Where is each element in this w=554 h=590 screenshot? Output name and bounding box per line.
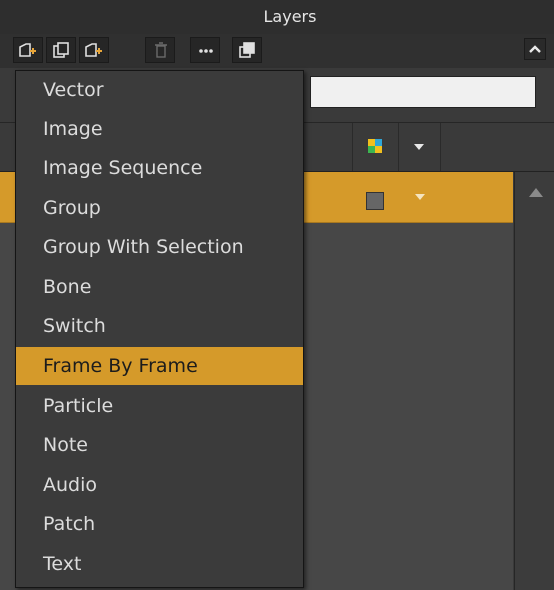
dropdown-arrow-icon[interactable] bbox=[414, 144, 424, 150]
menu-item-particle[interactable]: Particle bbox=[16, 387, 303, 425]
column-separator bbox=[352, 123, 353, 171]
menu-item-text[interactable]: Text bbox=[16, 545, 303, 583]
layer-color-box[interactable] bbox=[366, 192, 384, 210]
new-group-icon bbox=[85, 43, 102, 57]
new-layer-menu: Vector Image Image Sequence Group Group … bbox=[15, 70, 304, 588]
more-options-icon bbox=[199, 49, 213, 53]
menu-item-vector[interactable]: Vector bbox=[16, 71, 303, 109]
delete-layer-button[interactable] bbox=[145, 37, 175, 63]
scrollbar[interactable] bbox=[514, 172, 554, 590]
menu-item-switch[interactable]: Switch bbox=[16, 307, 303, 345]
scroll-up-arrow-icon[interactable] bbox=[529, 188, 543, 197]
menu-item-group[interactable]: Group bbox=[16, 189, 303, 227]
new-layer-button[interactable] bbox=[13, 37, 43, 63]
duplicate-layer-button[interactable] bbox=[46, 37, 76, 63]
menu-item-bone[interactable]: Bone bbox=[16, 268, 303, 306]
menu-item-audio[interactable]: Audio bbox=[16, 466, 303, 504]
menu-item-patch[interactable]: Patch bbox=[16, 505, 303, 543]
layer-dropdown-arrow-icon[interactable] bbox=[415, 194, 425, 200]
panel-title: Layers bbox=[263, 7, 317, 26]
menu-item-image[interactable]: Image bbox=[16, 110, 303, 148]
new-group-button[interactable] bbox=[79, 37, 109, 63]
menu-item-frame-by-frame[interactable]: Frame By Frame bbox=[16, 347, 303, 385]
copy-layer-button[interactable] bbox=[232, 37, 262, 63]
copy-layer-icon bbox=[239, 42, 255, 58]
layer-name-input[interactable] bbox=[310, 76, 536, 108]
menu-item-image-sequence[interactable]: Image Sequence bbox=[16, 149, 303, 187]
more-options-button[interactable] bbox=[190, 37, 220, 63]
new-layer-icon bbox=[19, 43, 36, 57]
duplicate-layer-icon bbox=[53, 42, 69, 58]
panel-titlebar: Layers bbox=[0, 0, 554, 35]
menu-item-group-with-selection[interactable]: Group With Selection bbox=[16, 228, 303, 266]
layers-toolbar bbox=[0, 34, 554, 69]
menu-item-note[interactable]: Note bbox=[16, 426, 303, 464]
collapse-panel-button[interactable] bbox=[524, 38, 546, 60]
chevron-up-icon bbox=[529, 45, 541, 53]
column-separator bbox=[440, 123, 441, 171]
color-swatch-icon[interactable] bbox=[368, 139, 382, 153]
layers-panel: Layers Vector Image Image Sequence Group… bbox=[0, 0, 554, 590]
column-separator bbox=[398, 123, 399, 171]
trash-icon bbox=[155, 42, 167, 58]
